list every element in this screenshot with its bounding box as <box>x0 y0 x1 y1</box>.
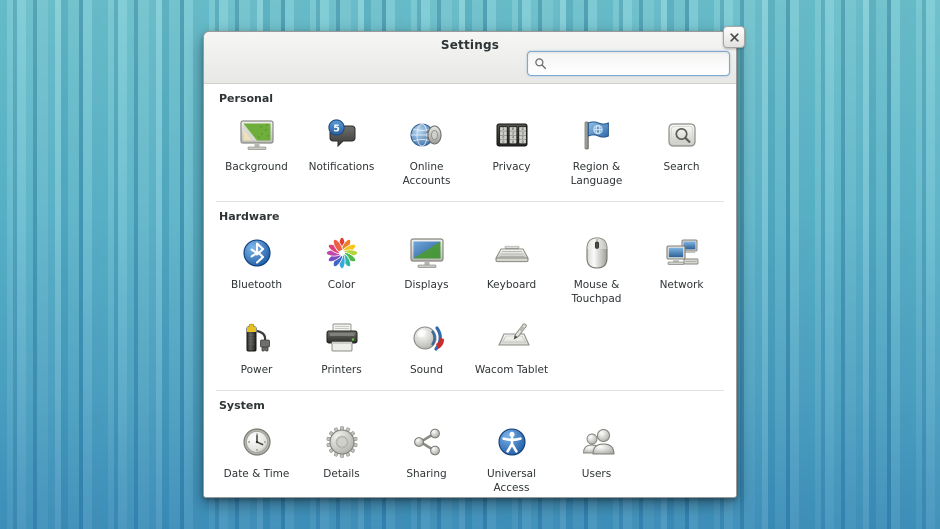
panel-label: Bluetooth <box>231 279 282 291</box>
panel-users[interactable]: Users <box>554 414 639 497</box>
flag-icon <box>575 113 619 157</box>
gear-icon <box>320 420 364 464</box>
notification-bubble-icon: 5 <box>320 113 364 157</box>
section-system: System Date & Time Details Sharing Unive… <box>204 390 736 497</box>
search-icon <box>535 58 547 70</box>
globe-accounts-icon <box>405 113 449 157</box>
panel-label: Notifications <box>308 161 375 173</box>
panel-region-language[interactable]: Region & Language <box>554 107 639 192</box>
settings-panel-list: Personal Background 5 Notifications Onli… <box>204 84 736 497</box>
panel-label: Date & Time <box>223 468 290 480</box>
panel-label: Wacom Tablet <box>474 364 549 376</box>
panel-label: Sound <box>409 364 444 376</box>
accessibility-icon <box>490 420 534 464</box>
panel-grid: Bluetooth Color Displays Keyboard Mouse … <box>204 225 736 381</box>
clock-icon <box>235 420 279 464</box>
search-box[interactable] <box>527 51 730 76</box>
panel-date-time[interactable]: Date & Time <box>214 414 299 497</box>
svg-text:0: 0 <box>511 140 513 144</box>
monitor-wallpaper-icon <box>235 113 279 157</box>
panel-power[interactable]: Power <box>214 310 299 381</box>
window-titlebar[interactable]: Settings <box>204 26 745 84</box>
panel-label: Privacy <box>492 161 531 173</box>
svg-text:0: 0 <box>502 140 504 144</box>
panel-label: Network <box>659 279 704 291</box>
svg-text:0: 0 <box>521 140 523 144</box>
panel-label: Printers <box>321 364 362 376</box>
users-icon <box>575 420 619 464</box>
combination-lock-icon: 2 1 0 0 6 3 4 0 4 3 2 0 <box>490 113 534 157</box>
window-title: Settings <box>440 38 500 52</box>
panel-universal-access[interactable]: Universal Access <box>469 414 554 497</box>
bluetooth-icon <box>235 231 279 275</box>
panel-details[interactable]: Details <box>299 414 384 497</box>
magnifier-panel-icon <box>660 113 704 157</box>
speaker-icon <box>405 316 449 360</box>
desktop-background: Settings Personal Background 5 Notificat… <box>0 0 940 529</box>
panel-color[interactable]: Color <box>299 225 384 310</box>
panel-label: Search <box>663 161 700 173</box>
panel-search[interactable]: Search <box>639 107 724 192</box>
section-title: Personal <box>219 92 274 105</box>
panel-bluetooth[interactable]: Bluetooth <box>214 225 299 310</box>
panel-background[interactable]: Background <box>214 107 299 192</box>
panel-displays[interactable]: Displays <box>384 225 469 310</box>
panel-notifications[interactable]: 5 Notifications <box>299 107 384 192</box>
close-icon[interactable] <box>723 26 745 48</box>
panel-label: Sharing <box>406 468 447 480</box>
panel-label: Users <box>581 468 612 480</box>
mouse-icon <box>575 231 619 275</box>
panel-label: Region & Language <box>570 161 623 187</box>
panel-online-accounts[interactable]: Online Accounts <box>384 107 469 192</box>
panel-label: Displays <box>404 279 449 291</box>
panel-printers[interactable]: Printers <box>299 310 384 381</box>
share-nodes-icon <box>405 420 449 464</box>
settings-window: Settings Personal Background 5 Notificat… <box>203 26 745 498</box>
svg-text:5: 5 <box>333 123 340 134</box>
network-computers-icon <box>660 231 704 275</box>
section-personal: Personal Background 5 Notifications Onli… <box>204 84 736 192</box>
panel-keyboard[interactable]: Keyboard <box>469 225 554 310</box>
panel-label: Details <box>323 468 360 480</box>
panel-label: Background <box>225 161 288 173</box>
section-hardware: Hardware Bluetooth Color Displays Keyboar… <box>204 201 736 381</box>
panel-label: Power <box>240 364 273 376</box>
battery-plug-icon <box>235 316 279 360</box>
panel-grid: Date & Time Details Sharing Universal Acc… <box>204 414 736 497</box>
panel-label: Universal Access <box>486 468 537 494</box>
panel-network[interactable]: Network <box>639 225 724 310</box>
panel-sharing[interactable]: Sharing <box>384 414 469 497</box>
keyboard-icon <box>490 231 534 275</box>
panel-mouse[interactable]: Mouse & Touchpad <box>554 225 639 310</box>
toolbar <box>204 51 736 79</box>
section-title: Hardware <box>219 210 280 223</box>
panel-grid: Background 5 Notifications Online Accounts <box>204 107 736 192</box>
panel-label: Keyboard <box>486 279 537 291</box>
panel-label: Color <box>327 279 356 291</box>
color-wheel-icon <box>320 231 364 275</box>
printer-icon <box>320 316 364 360</box>
search-input[interactable] <box>552 57 723 70</box>
section-title: System <box>219 399 265 412</box>
panel-wacom-tablet[interactable]: Wacom Tablet <box>469 310 554 381</box>
panel-privacy[interactable]: 2 1 0 0 6 3 4 0 4 3 2 0 Privacy <box>469 107 554 192</box>
tablet-pen-icon <box>490 316 534 360</box>
panel-label: Online Accounts <box>402 161 451 187</box>
panel-label: Mouse & Touchpad <box>571 279 622 305</box>
panel-sound[interactable]: Sound <box>384 310 469 381</box>
display-icon <box>405 231 449 275</box>
